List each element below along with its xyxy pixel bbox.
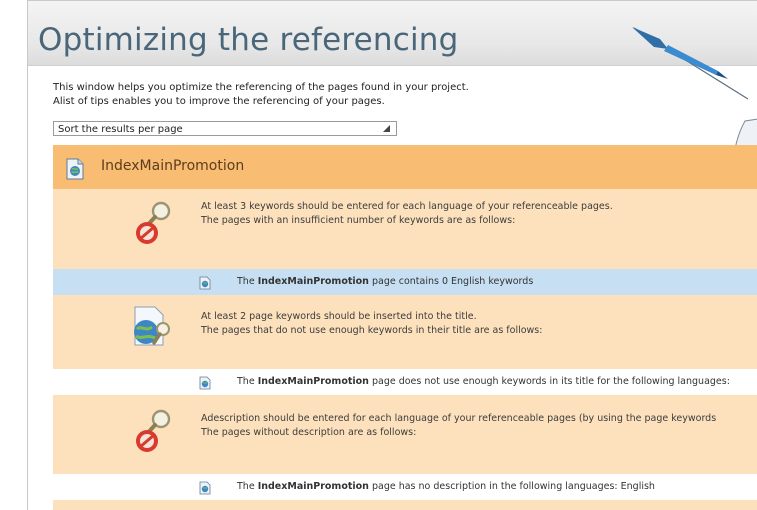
result-row[interactable]: The IndexMainPromotion page has no descr… xyxy=(53,474,757,500)
result-text: The IndexMainPromotion page contains 0 E… xyxy=(237,276,534,287)
tip-line-1: Adescription should be entered for each … xyxy=(201,413,717,424)
tip-line-2: The pages that do not use enough keyword… xyxy=(201,325,543,336)
dropdown-arrow-icon[interactable] xyxy=(383,125,390,132)
optimizing-window: Optimizing the referencing This window h… xyxy=(27,0,757,510)
results-panel: IndexMainPromotion At least 3 keywords s… xyxy=(53,145,757,510)
page-icon xyxy=(199,480,211,499)
title-bar: Optimizing the referencing xyxy=(28,1,757,66)
window-title: Optimizing the referencing xyxy=(38,22,459,58)
tip-line-1: At least 2 page keywords should be inser… xyxy=(201,311,477,322)
page-icon xyxy=(199,275,211,294)
result-text: The IndexMainPromotion page has no descr… xyxy=(237,481,655,492)
magnifier-warning-icon xyxy=(131,199,177,251)
result-row[interactable]: The IndexMainPromotion page does not use… xyxy=(53,369,757,395)
tip-title-keywords: At least 2 page keywords should be inser… xyxy=(53,295,757,363)
globe-magnifier-icon xyxy=(129,305,175,355)
result-page-name: IndexMainPromotion xyxy=(257,376,369,387)
tip-line-2: The pages with an insufficient number of… xyxy=(201,215,516,226)
result-text: The IndexMainPromotion page does not use… xyxy=(237,376,730,387)
magnifier-warning-icon xyxy=(131,407,177,459)
result-page-name: IndexMainPromotion xyxy=(257,276,369,287)
result-page-name: IndexMainPromotion xyxy=(257,481,369,492)
result-row[interactable]: The IndexMainPromotion page contains 0 E… xyxy=(53,269,757,295)
page-icon xyxy=(65,158,85,184)
page-header[interactable]: IndexMainPromotion xyxy=(53,145,757,189)
page-name: IndexMainPromotion xyxy=(101,158,245,174)
intro-line-2: Alist of tips enables you to improve the… xyxy=(53,96,385,107)
sort-select-value: Sort the results per page xyxy=(58,124,183,135)
tip-keywords: At least 3 keywords should be entered fo… xyxy=(53,189,757,251)
tip-description: Adescription should be entered for each … xyxy=(53,395,757,471)
tip-line-2: The pages without description are as fol… xyxy=(201,427,417,438)
intro-line-1: This window helps you optimize the refer… xyxy=(53,82,469,93)
intro-text: This window helps you optimize the refer… xyxy=(53,81,469,109)
page-icon xyxy=(199,375,211,394)
tip-line-1: At least 3 keywords should be entered fo… xyxy=(201,201,613,212)
sort-select[interactable]: Sort the results per page xyxy=(53,121,397,136)
